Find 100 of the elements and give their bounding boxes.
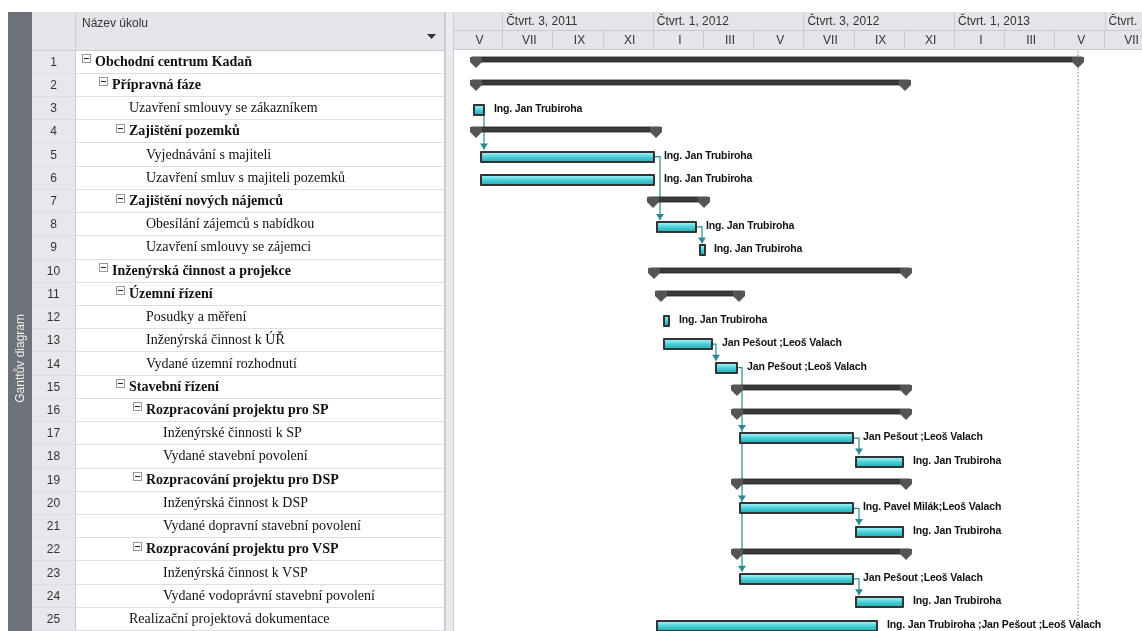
- collapse-icon[interactable]: [133, 541, 142, 551]
- row-number: 24: [32, 584, 76, 607]
- collapse-icon[interactable]: [133, 402, 142, 412]
- task-name: Rozpracování projektu pro VSP: [146, 541, 339, 558]
- month-label: IX: [854, 31, 905, 49]
- row-number: 9: [32, 236, 76, 259]
- task-name: Stavební řízení: [129, 378, 219, 395]
- task-bar: [663, 338, 713, 351]
- task-name: Vydané stavební povolení: [163, 448, 308, 465]
- task-name: Rozpracování projektu pro SP: [146, 402, 329, 418]
- resource-label: Ing. Pavel Milák;Leoš Valach: [863, 500, 1002, 513]
- task-name: Obchodní centrum Kadaň: [95, 53, 253, 70]
- dependency-arrow: [853, 437, 863, 456]
- quarter-label: Čtvrt. 1, 2012: [653, 12, 805, 30]
- quarter-label: Čtvrt.: [1105, 12, 1142, 30]
- resource-label: Jan Pešout ;Leoš Valach: [863, 570, 983, 583]
- dropdown-icon[interactable]: [427, 33, 436, 39]
- resource-label: Ing. Jan Trubiroha: [664, 172, 753, 184]
- task-name: Vyjednávání s majiteli: [146, 146, 272, 163]
- view-label: Ganttův diagram: [13, 314, 27, 403]
- row-number: 4: [32, 120, 76, 143]
- row-number: 7: [32, 189, 76, 213]
- row-number: 17: [32, 422, 76, 445]
- collapse-icon[interactable]: [133, 472, 142, 482]
- task-name: Obesílání zájemců s nabídkou: [146, 216, 315, 233]
- row-number: 18: [32, 445, 76, 468]
- collapse-icon[interactable]: [99, 77, 108, 87]
- quarter-label: Čtvrt. 1, 2013: [954, 12, 1106, 30]
- month-label: I: [954, 31, 1006, 49]
- resource-label: Ing. Jan Trubiroha: [706, 218, 795, 231]
- task-name: Realizační projektová dokumentace: [129, 610, 330, 627]
- row-number: 23: [32, 561, 76, 584]
- row-number: 22: [32, 538, 76, 561]
- collapse-icon[interactable]: [82, 54, 91, 64]
- summary-bar: [647, 196, 710, 211]
- row-number: 25: [32, 607, 76, 631]
- row-number: 16: [32, 398, 76, 422]
- dependency-arrow: [712, 343, 720, 362]
- row-number: 8: [32, 213, 76, 236]
- collapse-icon[interactable]: [116, 286, 125, 296]
- task-bar: [855, 455, 904, 468]
- resource-label: Jan Pešout ;Leoš Valach: [863, 430, 983, 443]
- collapse-icon[interactable]: [116, 193, 125, 203]
- row-number: 15: [32, 375, 76, 398]
- task-name: Vydané vodoprávní stavební povolení: [163, 587, 375, 604]
- resource-label: Ing. Jan Trubiroha: [714, 242, 803, 255]
- month-label: I: [653, 31, 704, 49]
- collapse-icon[interactable]: [116, 379, 125, 389]
- row-number: 10: [32, 259, 76, 282]
- month-label: IX: [553, 31, 604, 49]
- row-number: 19: [32, 468, 76, 491]
- month-label: III: [1005, 31, 1056, 49]
- month-label: VII: [503, 31, 554, 49]
- collapse-icon[interactable]: [99, 263, 108, 273]
- resource-label: Jan Pešout ;Leoš Valach: [722, 336, 842, 349]
- task-name: Zajištění pozemků: [129, 123, 240, 140]
- month-label: VII: [804, 31, 855, 49]
- row-number: 12: [32, 306, 76, 329]
- resource-label: Ing. Jan Trubiroha: [913, 523, 1002, 536]
- resource-label: Ing. Jan Trubiroha: [913, 594, 1002, 607]
- task-name: Inženýrské činnosti k SP: [163, 425, 302, 442]
- row-number: 1: [32, 50, 76, 73]
- month-label: XI: [904, 31, 955, 49]
- task-name: Přípravná fáze: [112, 76, 202, 93]
- task-name: Inženýrská činnost k VSP: [163, 564, 308, 581]
- quarter-label: Čtvrt. 3, 2011: [503, 12, 654, 30]
- task-name: Uzavření smlouvy se zákazníkem: [129, 100, 318, 117]
- task-bar: [473, 103, 485, 116]
- task-bar: [699, 244, 706, 257]
- task-name: Uzavření smluv s majiteli pozemků: [146, 169, 346, 186]
- task-name: Inženýrská činnost k DSP: [163, 494, 309, 511]
- month-label: III: [703, 31, 755, 49]
- collapse-icon[interactable]: [116, 123, 125, 133]
- quarter-label: Čtvrt. 3, 2012: [804, 12, 955, 30]
- dependency-arrow: [696, 226, 706, 244]
- row-number: 11: [32, 282, 76, 305]
- dependency-arrow: [853, 507, 863, 526]
- row-number: 5: [32, 143, 76, 166]
- dependency-arrow: [853, 578, 863, 596]
- resource-label: Ing. Jan Trubiroha: [494, 101, 583, 114]
- task-name: Uzavření smlouvy se zájemci: [146, 239, 312, 256]
- resource-label: Ing. Jan Trubiroha: [664, 148, 753, 161]
- task-name: Vydané územní rozhodnutí: [146, 355, 297, 372]
- row-number: 6: [32, 166, 76, 189]
- task-name: Posudky a měření: [146, 309, 247, 326]
- resource-label: Ing. Jan Trubiroha: [913, 453, 1002, 466]
- month-label: V: [754, 31, 805, 49]
- task-bar: [656, 220, 697, 233]
- task-name: Zajištění nových nájemců: [129, 193, 283, 209]
- dependency-arrow: [654, 155, 664, 221]
- task-bar: [715, 361, 738, 374]
- row-number: 21: [32, 514, 76, 538]
- row-number: 14: [32, 352, 76, 375]
- month-label: V: [1055, 31, 1106, 49]
- task-name: Inženýrská činnost a projekce: [112, 262, 292, 279]
- task-name: Vydané dopravní stavební povolení: [163, 518, 361, 535]
- month-label: V: [454, 31, 504, 49]
- task-name: Inženýrská činnost k ÚŘ: [146, 332, 285, 349]
- task-bar: [855, 525, 904, 538]
- row-number: 13: [32, 329, 76, 352]
